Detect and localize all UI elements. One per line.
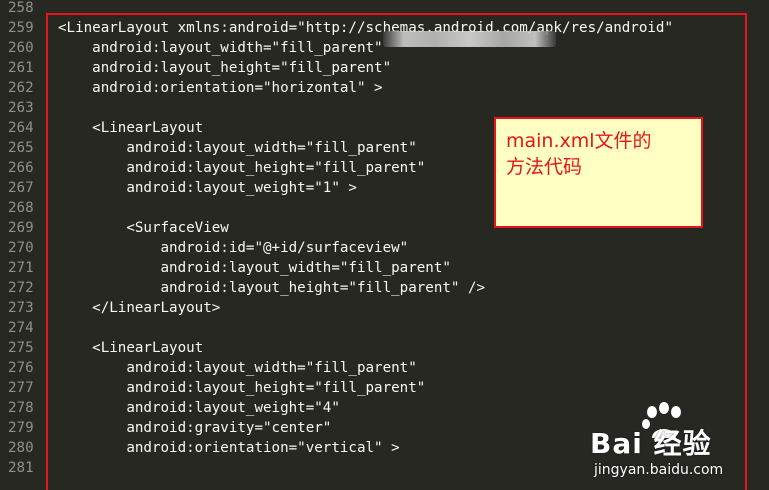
line-number: 265 [8, 140, 34, 156]
annotation-line-2: 方法代码 [506, 156, 583, 178]
line-number: 272 [8, 280, 34, 296]
line-number: 275 [8, 340, 34, 356]
line-number: 273 [8, 300, 34, 316]
line-number: 264 [8, 120, 34, 136]
line-number: 260 [8, 40, 34, 56]
line-number: 259 [8, 20, 34, 36]
line-number: 279 [8, 420, 34, 436]
line-number: 280 [8, 440, 34, 456]
watermark-url: jingyan.baidu.com [594, 462, 724, 478]
line-number: 263 [8, 100, 34, 116]
line-number: 261 [8, 60, 34, 76]
line-number: 281 [8, 460, 34, 476]
line-number: 274 [8, 320, 34, 336]
line-number: 276 [8, 360, 34, 376]
code-editor: 258 259 <LinearLayout xmlns:android="http:… [0, 0, 769, 490]
baidu-watermark: Bai 经验 jingyan.baidu.com [588, 402, 763, 486]
line-number: 271 [8, 260, 34, 276]
annotation-line-1: main.xml文件的 [506, 130, 652, 152]
line-number: 270 [8, 240, 34, 256]
watermark-brand: Bai 经验 [590, 427, 712, 460]
line-number: 266 [8, 160, 34, 176]
line-number: 269 [8, 220, 34, 236]
line-number: 268 [8, 200, 34, 216]
line-number: 258 [8, 0, 34, 16]
annotation-note: main.xml文件的 方法代码 [494, 117, 703, 228]
line-number: 262 [8, 80, 34, 96]
line-number: 277 [8, 380, 34, 396]
line-number: 278 [8, 400, 34, 416]
line-number: 267 [8, 180, 34, 196]
